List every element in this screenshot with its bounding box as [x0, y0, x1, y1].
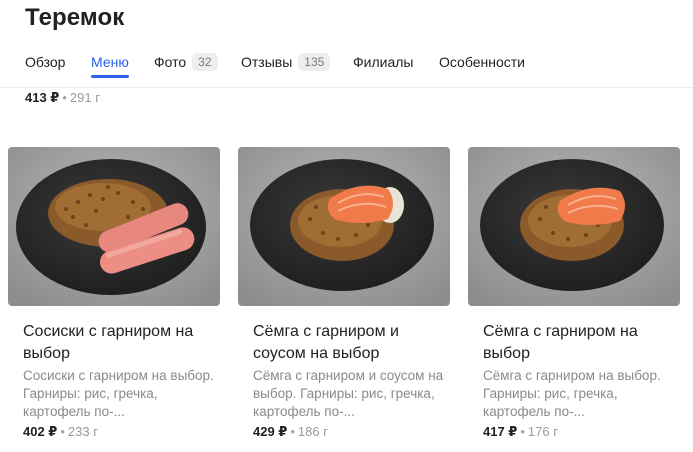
photos-count-badge: 32	[192, 53, 218, 71]
menu-item-name: Сосиски с гарниром на выбор	[23, 323, 194, 362]
menu-item-name: Сёмга с гарниром и соусом на выбор	[253, 323, 399, 362]
item-price: 429 ₽	[253, 424, 288, 439]
menu-item-description: Сосиски с гарниром на выбор. Гарниры: ри…	[23, 368, 214, 419]
tab-label: Обзор	[25, 54, 66, 70]
tab-features[interactable]: Особенности	[439, 48, 525, 76]
tab-label: Отзывы	[241, 54, 293, 70]
top-item-price-row: 413 ₽ • 291 г	[25, 90, 100, 106]
active-tab-indicator	[91, 75, 129, 78]
menu-item-price-row: 417 ₽ • 176 г	[483, 424, 558, 440]
tab-photos[interactable]: Фото 32	[154, 48, 218, 76]
menu-item-card[interactable]: Сосиски с гарниром на выбор Сосиски с га…	[8, 147, 220, 447]
tabs-bar: Обзор Меню Фото 32 Отзывы 135 Филиалы Ос…	[0, 48, 693, 78]
tab-label: Филиалы	[353, 54, 414, 70]
menu-item-photo	[8, 147, 220, 306]
tab-label: Фото	[154, 54, 187, 70]
tab-overview[interactable]: Обзор	[25, 48, 65, 76]
menu-item-card[interactable]: Сёмга с гарниром на выбор Сёмга с гарнир…	[468, 147, 680, 447]
separator-dot: •	[62, 90, 67, 105]
item-weight: 291 г	[69, 90, 100, 105]
page-title: Теремок	[25, 4, 125, 31]
item-weight: 176 г	[527, 424, 558, 439]
menu-item-price-row: 429 ₽ • 186 г	[253, 424, 328, 440]
separator-dot: •	[290, 424, 295, 439]
item-price: 402 ₽	[23, 424, 58, 439]
header-divider	[0, 87, 693, 88]
separator-dot: •	[60, 424, 65, 439]
menu-item-photo	[238, 147, 450, 306]
tab-branches[interactable]: Филиалы	[353, 48, 413, 76]
menu-item-name: Сёмга с гарниром на выбор	[483, 323, 638, 362]
tab-reviews[interactable]: Отзывы 135	[241, 48, 331, 76]
menu-item-card[interactable]: Сёмга с гарниром и соусом на выбор Сёмга…	[238, 147, 450, 447]
menu-item-photo	[468, 147, 680, 306]
header: Теремок Обзор Меню Фото 32 Отзывы 135 Фи…	[0, 0, 693, 90]
item-price: 413 ₽	[25, 90, 60, 105]
menu-item-description: Сёмга с гарниром и соусом на выбор. Гарн…	[253, 368, 444, 419]
separator-dot: •	[520, 424, 525, 439]
menu-item-description: Сёмга с гарниром на выбор. Гарниры: рис,…	[483, 368, 661, 419]
tab-menu[interactable]: Меню	[91, 48, 129, 78]
tab-label: Меню	[91, 54, 129, 70]
item-weight: 233 г	[67, 424, 98, 439]
tab-label: Особенности	[439, 54, 525, 70]
item-price: 417 ₽	[483, 424, 518, 439]
menu-item-price-row: 402 ₽ • 233 г	[23, 424, 98, 440]
reviews-count-badge: 135	[298, 53, 331, 71]
item-weight: 186 г	[297, 424, 328, 439]
